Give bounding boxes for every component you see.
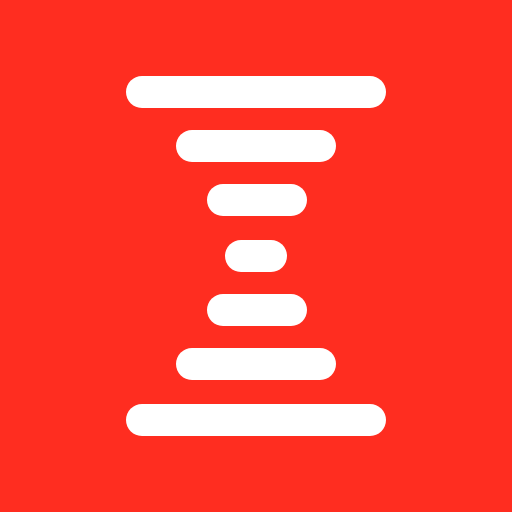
- logo-bar-6: [176, 348, 336, 380]
- hourglass-bars-logo-icon: [126, 76, 386, 436]
- logo-bar-4: [225, 240, 287, 272]
- logo-bar-2: [176, 130, 336, 162]
- logo-bar-7: [126, 404, 386, 436]
- logo-bar-3: [207, 184, 307, 216]
- logo-bar-5: [207, 294, 307, 326]
- logo-bar-1: [126, 76, 386, 108]
- app-icon: [0, 0, 512, 512]
